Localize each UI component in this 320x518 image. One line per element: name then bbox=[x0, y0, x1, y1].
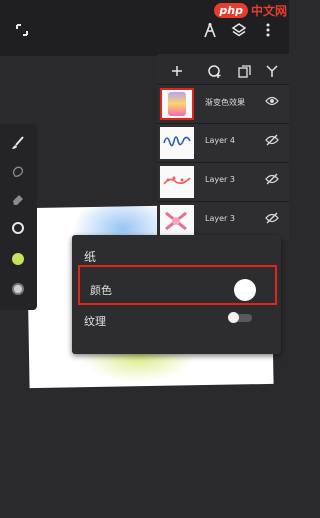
layer-thumbnail bbox=[160, 166, 194, 198]
color-dot-icon[interactable] bbox=[9, 250, 27, 268]
smudge-icon[interactable] bbox=[9, 162, 27, 180]
layers-icon[interactable] bbox=[229, 20, 249, 40]
duplicate-icon[interactable] bbox=[235, 62, 253, 80]
layer-name: Layer 3 bbox=[205, 214, 235, 223]
popup-title: 纸 bbox=[84, 250, 97, 264]
eye-off-icon[interactable] bbox=[265, 212, 279, 227]
layer-row[interactable]: 渐变色效果 bbox=[157, 84, 289, 123]
eye-off-icon[interactable] bbox=[265, 134, 279, 149]
layer-row[interactable]: Layer 3 bbox=[157, 162, 289, 201]
color-label: 颜色 bbox=[90, 284, 112, 297]
opacity-icon[interactable] bbox=[9, 280, 27, 298]
paper-popup: 纸 颜色 纹理 bbox=[72, 235, 281, 354]
layer-name: 渐变色效果 bbox=[205, 98, 245, 107]
texture-label: 纹理 bbox=[84, 315, 106, 328]
more-vert-icon[interactable] bbox=[258, 20, 278, 40]
eye-icon[interactable] bbox=[265, 95, 279, 109]
layer-row[interactable]: Layer 4 bbox=[157, 123, 289, 162]
left-toolbar bbox=[0, 124, 37, 310]
toggle-knob bbox=[228, 312, 239, 323]
compass-icon[interactable] bbox=[200, 20, 220, 40]
watermark: php 中文网 bbox=[214, 2, 287, 19]
layer-thumbnail bbox=[160, 205, 194, 237]
size-ring-icon[interactable] bbox=[9, 219, 27, 237]
add-layer-icon[interactable] bbox=[168, 62, 186, 80]
watermark-text: 中文网 bbox=[250, 4, 287, 18]
eraser-icon[interactable] bbox=[9, 190, 27, 208]
texture-toggle[interactable] bbox=[228, 312, 252, 323]
merge-icon[interactable] bbox=[263, 62, 281, 80]
eye-off-icon[interactable] bbox=[265, 173, 279, 188]
layer-name: Layer 4 bbox=[205, 136, 235, 145]
paper-color-swatch[interactable] bbox=[234, 279, 256, 301]
layer-thumbnail bbox=[160, 127, 194, 159]
brush-icon[interactable] bbox=[9, 134, 27, 152]
layer-name: Layer 3 bbox=[205, 175, 235, 184]
layers-panel: 渐变色效果 Layer 4 Layer 3 Layer 3 bbox=[157, 54, 289, 240]
add-layer-from-icon[interactable] bbox=[206, 62, 224, 80]
collapse-icon[interactable] bbox=[12, 20, 32, 40]
layer-thumbnail bbox=[160, 88, 194, 120]
watermark-logo: php bbox=[214, 3, 248, 18]
